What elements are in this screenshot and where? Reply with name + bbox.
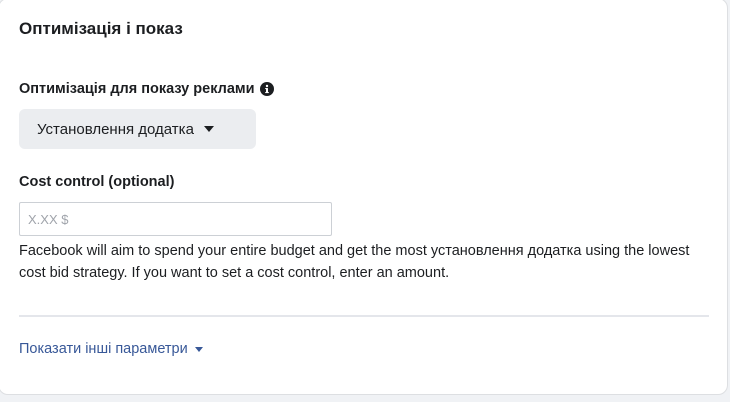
optimization-dropdown[interactable]: Установлення додатка	[19, 109, 256, 149]
cost-control-input[interactable]	[19, 202, 332, 236]
chevron-down-icon	[194, 347, 203, 352]
cost-control-label: Cost control (optional)	[19, 174, 175, 190]
optimization-delivery-card: Оптимізація і показ Оптимізація для пока…	[0, 0, 728, 395]
caret-down-icon	[203, 126, 214, 132]
divider	[19, 315, 709, 317]
info-icon[interactable]	[259, 82, 274, 96]
optimization-label-row: Оптимізація для показу реклами	[19, 81, 274, 97]
section-title: Оптимізація і показ	[19, 19, 183, 38]
cost-control-help-text: Facebook will aim to spend your entire b…	[19, 243, 690, 281]
show-more-options-link[interactable]: Показати інші параметри	[19, 341, 203, 357]
optimization-dropdown-value: Установлення додатка	[37, 120, 194, 138]
show-more-options-label: Показати інші параметри	[19, 341, 188, 357]
optimization-label: Оптимізація для показу реклами	[19, 81, 255, 97]
